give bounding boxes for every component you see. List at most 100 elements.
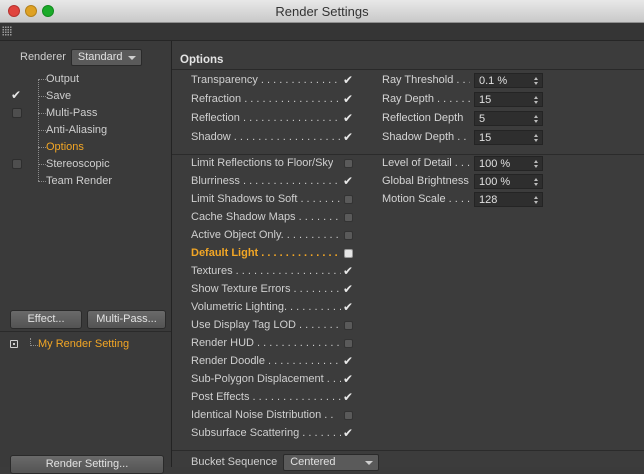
renderer-row: Renderer Standard bbox=[20, 48, 142, 66]
chevron-down-icon bbox=[365, 460, 374, 465]
checkbox-icon[interactable] bbox=[344, 411, 353, 420]
option-show-texture-errors[interactable]: Show Texture Errors . . . . . . . . . ✔ bbox=[191, 281, 353, 298]
tree-item-multi-pass[interactable]: Multi-Pass bbox=[0, 105, 171, 122]
checkmark-icon[interactable]: ✔ bbox=[343, 299, 353, 316]
checkmark-icon[interactable]: ✔ bbox=[343, 91, 353, 108]
checkmark-icon[interactable]: ✔ bbox=[343, 371, 353, 388]
stepper-icon[interactable] bbox=[534, 196, 539, 205]
tree-item-team-render[interactable]: Team Render bbox=[0, 173, 171, 190]
option-subsurface-scattering[interactable]: Subsurface Scattering . . . . . . . . ✔ bbox=[191, 425, 353, 442]
option-label: Active Object Only. . . . . . . . . . bbox=[191, 229, 339, 241]
settings-tree: Output ✔ Save Multi-Pass Anti-Aliasing O… bbox=[0, 71, 171, 190]
renderer-value: Standard bbox=[77, 50, 123, 63]
bucket-sequence-dropdown[interactable]: Centered bbox=[283, 453, 380, 471]
param-label: Reflection Depth bbox=[382, 112, 464, 124]
bucket-sequence-value: Centered bbox=[290, 455, 336, 468]
shadow-depth-field[interactable]: 15 bbox=[474, 130, 543, 145]
stepper-icon[interactable] bbox=[534, 178, 539, 187]
option-sub-polygon-displacement[interactable]: Sub-Polygon Displacement . . . ✔ bbox=[191, 371, 353, 388]
checkmark-icon[interactable]: ✔ bbox=[343, 389, 353, 406]
option-render-hud[interactable]: Render HUD . . . . . . . . . . . . . . . bbox=[191, 335, 353, 352]
option-textures[interactable]: Textures . . . . . . . . . . . . . . . .… bbox=[191, 263, 353, 280]
tree-item-stereoscopic[interactable]: Stereoscopic bbox=[0, 156, 171, 173]
checkmark-icon[interactable]: ✔ bbox=[343, 353, 353, 370]
checkmark-icon[interactable]: ✔ bbox=[343, 281, 353, 298]
param-label: Level of Detail . . . bbox=[382, 157, 470, 169]
option-transparency[interactable]: Transparency . . . . . . . . . . . . . .… bbox=[191, 72, 353, 89]
option-post-effects[interactable]: Post Effects . . . . . . . . . . . . . .… bbox=[191, 389, 353, 406]
option-label: Reflection . . . . . . . . . . . . . . .… bbox=[191, 112, 341, 124]
checkmark-icon[interactable]: ✔ bbox=[343, 263, 353, 280]
global-brightness-field[interactable]: 100 % bbox=[474, 174, 543, 189]
checkbox-icon[interactable] bbox=[344, 159, 353, 168]
param-label: Global Brightness bbox=[382, 175, 469, 187]
divider bbox=[172, 450, 644, 451]
option-identical-noise[interactable]: Identical Noise Distribution . . bbox=[191, 407, 353, 424]
param-label: Ray Threshold . . . bbox=[382, 74, 470, 86]
checkbox-icon[interactable] bbox=[344, 249, 353, 258]
stepper-icon[interactable] bbox=[534, 115, 539, 124]
option-shadow[interactable]: Shadow . . . . . . . . . . . . . . . . .… bbox=[191, 129, 353, 146]
tree-item-label: Save bbox=[46, 90, 72, 102]
tree-item-save[interactable]: ✔ Save bbox=[0, 88, 171, 105]
tree-item-anti-aliasing[interactable]: Anti-Aliasing bbox=[0, 122, 171, 139]
option-label: Show Texture Errors . . . . . . . . . bbox=[191, 283, 341, 295]
stepper-icon[interactable] bbox=[534, 160, 539, 169]
grip-icon[interactable] bbox=[2, 26, 12, 36]
stepper-icon[interactable] bbox=[534, 96, 539, 105]
divider bbox=[0, 331, 171, 332]
render-setting-label: My Render Setting bbox=[38, 338, 130, 350]
checkbox-icon[interactable] bbox=[344, 321, 353, 330]
checkbox-icon[interactable] bbox=[344, 213, 353, 222]
option-label: Default Light . . . . . . . . . . . . . bbox=[191, 247, 338, 259]
checkbox-icon[interactable] bbox=[344, 231, 353, 240]
option-label: Shadow . . . . . . . . . . . . . . . . .… bbox=[191, 131, 341, 143]
option-label: Post Effects . . . . . . . . . . . . . .… bbox=[191, 391, 341, 403]
option-reflection[interactable]: Reflection . . . . . . . . . . . . . . .… bbox=[191, 110, 353, 127]
level-of-detail-field[interactable]: 100 % bbox=[474, 156, 543, 171]
title-bar: Render Settings bbox=[0, 0, 644, 23]
bucket-sequence-label: Bucket Sequence bbox=[191, 456, 278, 468]
param-label: Shadow Depth . . . bbox=[382, 131, 470, 143]
checkmark-icon[interactable]: ✔ bbox=[11, 89, 21, 101]
checkmark-icon[interactable]: ✔ bbox=[343, 129, 353, 146]
reflection-depth-field[interactable]: 5 bbox=[474, 111, 543, 126]
tree-item-label: Multi-Pass bbox=[46, 107, 98, 119]
option-blurriness[interactable]: Blurriness . . . . . . . . . . . . . . .… bbox=[191, 173, 353, 190]
tree-item-output[interactable]: Output bbox=[0, 71, 171, 88]
stepper-icon[interactable] bbox=[534, 77, 539, 86]
option-default-light[interactable]: Default Light . . . . . . . . . . . . . bbox=[191, 245, 353, 262]
option-limit-reflections[interactable]: Limit Reflections to Floor/Sky bbox=[191, 155, 353, 172]
checkbox-icon[interactable] bbox=[344, 339, 353, 348]
checkmark-icon[interactable]: ✔ bbox=[343, 425, 353, 442]
stepper-icon[interactable] bbox=[534, 134, 539, 143]
option-label: Limit Reflections to Floor/Sky bbox=[191, 157, 334, 169]
checkmark-icon[interactable]: ✔ bbox=[343, 72, 353, 89]
option-label: Textures . . . . . . . . . . . . . . . .… bbox=[191, 265, 341, 277]
param-label: Ray Depth . . . . . . bbox=[382, 93, 470, 105]
render-setting-button[interactable]: Render Setting... bbox=[10, 455, 164, 474]
option-active-object-only[interactable]: Active Object Only. . . . . . . . . . bbox=[191, 227, 353, 244]
render-setting-icon[interactable] bbox=[10, 340, 18, 348]
effect-button[interactable]: Effect... bbox=[10, 310, 82, 329]
option-volumetric-lighting[interactable]: Volumetric Lighting. . . . . . . . . . ✔ bbox=[191, 299, 353, 316]
ray-depth-field[interactable]: 15 bbox=[474, 92, 543, 107]
checkbox-icon[interactable] bbox=[12, 159, 22, 169]
tree-item-label: Stereoscopic bbox=[46, 158, 110, 170]
motion-scale-field[interactable]: 128 bbox=[474, 192, 543, 207]
ray-threshold-field[interactable]: 0.1 % bbox=[474, 73, 543, 88]
option-render-doodle[interactable]: Render Doodle . . . . . . . . . . . . . … bbox=[191, 353, 353, 370]
render-setting-item[interactable]: My Render Setting bbox=[0, 335, 171, 353]
option-use-display-tag-lod[interactable]: Use Display Tag LOD . . . . . . . . bbox=[191, 317, 353, 334]
option-refraction[interactable]: Refraction . . . . . . . . . . . . . . .… bbox=[191, 91, 353, 108]
checkmark-icon[interactable]: ✔ bbox=[343, 110, 353, 127]
tree-item-options[interactable]: Options bbox=[0, 139, 171, 156]
multi-pass-button[interactable]: Multi-Pass... bbox=[87, 310, 166, 329]
checkbox-icon[interactable] bbox=[12, 108, 22, 118]
option-cache-shadow-maps[interactable]: Cache Shadow Maps . . . . . . . . . bbox=[191, 209, 353, 226]
checkbox-icon[interactable] bbox=[344, 195, 353, 204]
checkmark-icon[interactable]: ✔ bbox=[343, 173, 353, 190]
renderer-label: Renderer bbox=[20, 51, 66, 63]
option-limit-shadows[interactable]: Limit Shadows to Soft . . . . . . . . bbox=[191, 191, 353, 208]
renderer-dropdown[interactable]: Standard bbox=[70, 48, 142, 66]
